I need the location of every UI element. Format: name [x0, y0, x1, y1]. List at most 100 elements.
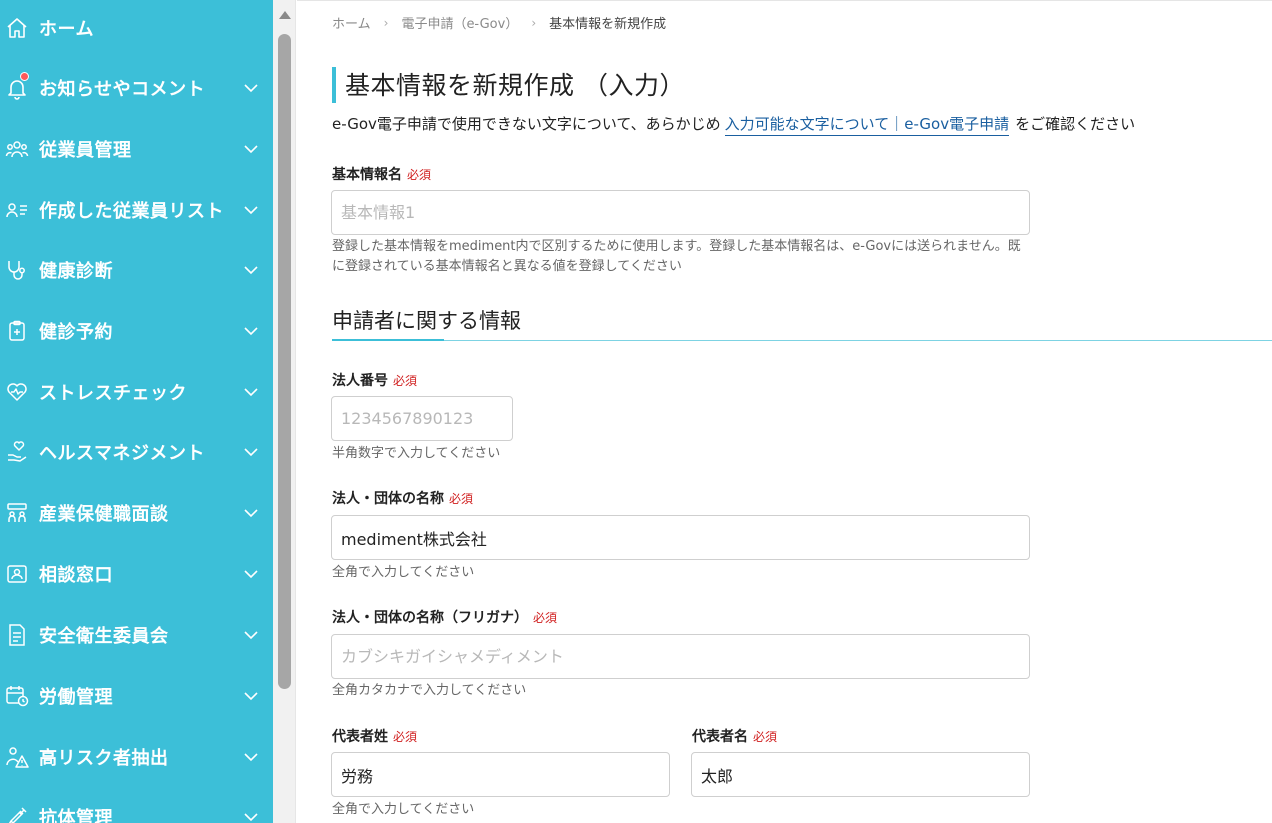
divider [297, 0, 1272, 1]
sidebar-item-high-risk[interactable]: 高リスク者抽出 [0, 737, 273, 777]
corp-name-label: 法人・団体の名称 必須 [332, 488, 473, 508]
sidebar-item-antibody[interactable]: 抗体管理 [0, 797, 273, 823]
sidebar: ホーム お知らせやコメント 従業員管理 作成した従業員リスト 健康診断 健診予約… [0, 0, 273, 823]
notice-suffix: をご確認ください [1015, 115, 1136, 133]
scrollbar-thumb[interactable] [278, 34, 291, 689]
chevron-down-icon [243, 688, 259, 704]
rep-last-name-label: 代表者姓 必須 [332, 726, 417, 746]
sidebar-scrollbar[interactable] [273, 0, 296, 823]
page-title: 基本情報を新規作成 （入力） [345, 71, 685, 100]
label-text: 法人番号 [332, 373, 388, 389]
sidebar-item-checkup-reservation[interactable]: 健診予約 [0, 311, 273, 351]
section-divider-accent [332, 339, 444, 341]
required-badge: 必須 [449, 492, 474, 506]
breadcrumb-home[interactable]: ホーム [332, 13, 371, 32]
sidebar-item-label: 安全衛生委員会 [39, 626, 169, 647]
sidebar-item-label: ホーム [39, 19, 94, 40]
chevron-down-icon [243, 444, 259, 460]
notification-dot [20, 72, 29, 81]
corp-name-kana-help: 全角カタカナで入力してください [332, 683, 527, 698]
scroll-up-arrow-icon[interactable] [279, 11, 291, 19]
breadcrumb-egov[interactable]: 電子申請（e-Gov） [401, 13, 518, 32]
corp-number-help: 半角数字で入力してください [332, 446, 501, 461]
required-badge: 必須 [393, 730, 418, 744]
egov-characters-link[interactable]: 入力可能な文字について｜e-Gov電子申請 [724, 115, 1010, 136]
sidebar-item-home[interactable]: ホーム [0, 8, 273, 48]
sidebar-item-label: 相談窓口 [39, 565, 113, 586]
sidebar-item-consultation[interactable]: 相談窓口 [0, 554, 273, 594]
corp-number-input[interactable] [331, 396, 513, 441]
label-text: 法人・団体の名称（フリガナ） [332, 610, 528, 626]
meeting-icon [5, 501, 29, 525]
stethoscope-icon [5, 258, 29, 282]
basic-name-input[interactable] [331, 190, 1030, 235]
sidebar-item-occupational-interview[interactable]: 産業保健職面談 [0, 493, 273, 533]
sidebar-item-label: ストレスチェック [39, 383, 187, 404]
sidebar-item-label: 労働管理 [39, 687, 113, 708]
clipboard-icon [5, 319, 29, 343]
sidebar-item-employees[interactable]: 従業員管理 [0, 129, 273, 169]
warning-person-icon [5, 745, 29, 769]
sidebar-item-safety-committee[interactable]: 安全衛生委員会 [0, 615, 273, 655]
required-badge: 必須 [533, 611, 558, 625]
corp-number-label: 法人番号 必須 [332, 370, 417, 390]
sidebar-item-labor-management[interactable]: 労働管理 [0, 676, 273, 716]
label-text: 法人・団体の名称 [332, 491, 444, 507]
label-text: 代表者姓 [332, 729, 388, 745]
required-badge: 必須 [753, 730, 778, 744]
section-divider [332, 340, 1272, 341]
home-icon [5, 16, 29, 40]
users-icon [5, 137, 29, 161]
bell-icon [5, 72, 29, 100]
breadcrumb: ホーム › 電子申請（e-Gov） › 基本情報を新規作成 [332, 13, 667, 33]
chevron-down-icon [243, 141, 259, 157]
title-accent-bar [332, 67, 336, 103]
chevron-down-icon [243, 323, 259, 339]
label-text: 代表者名 [692, 729, 748, 745]
chevron-right-icon: › [531, 15, 537, 30]
rep-first-name-label: 代表者名 必須 [692, 726, 777, 746]
corp-name-kana-label: 法人・団体の名称（フリガナ） 必須 [332, 607, 557, 627]
sidebar-item-label: 高リスク者抽出 [39, 748, 169, 769]
chevron-down-icon [243, 202, 259, 218]
sidebar-item-label: 健診予約 [39, 322, 113, 343]
sidebar-item-label: 従業員管理 [39, 140, 132, 161]
basic-name-help: 登録した基本情報をmediment内で区別するために使用します。登録した基本情報… [332, 239, 1021, 274]
sidebar-item-stress-check[interactable]: ストレスチェック [0, 372, 273, 412]
sidebar-item-notifications[interactable]: お知らせやコメント [0, 68, 273, 108]
required-badge: 必須 [393, 374, 418, 388]
section-title-applicant: 申請者に関する情報 [332, 309, 521, 333]
chevron-down-icon [243, 80, 259, 96]
chevron-down-icon [243, 809, 259, 823]
rep-name-help: 全角で入力してください [332, 802, 475, 817]
chevron-down-icon [243, 566, 259, 582]
sidebar-item-health-management[interactable]: ヘルスマネジメント [0, 432, 273, 472]
rep-last-name-input[interactable] [331, 752, 670, 797]
user-list-icon [5, 198, 29, 222]
sidebar-item-label: 作成した従業員リスト [39, 201, 224, 222]
corp-name-input[interactable] [331, 515, 1030, 560]
heart-icon [5, 380, 29, 404]
sidebar-item-health-checkup[interactable]: 健康診断 [0, 250, 273, 290]
calendar-icon [5, 684, 29, 708]
breadcrumb-current: 基本情報を新規作成 [549, 17, 667, 32]
sidebar-item-label: 産業保健職面談 [39, 504, 169, 525]
sidebar-item-label: 健康診断 [39, 261, 113, 282]
corp-name-help: 全角で入力してください [332, 565, 475, 580]
sidebar-item-label: 抗体管理 [39, 808, 113, 823]
rep-first-name-input[interactable] [691, 752, 1030, 797]
main-content: ホーム › 電子申請（e-Gov） › 基本情報を新規作成 基本情報を新規作成 … [297, 0, 1272, 823]
chevron-down-icon [243, 627, 259, 643]
label-text: 基本情報名 [332, 167, 402, 183]
chevron-down-icon [243, 749, 259, 765]
notice-text: e-Gov電子申請で使用できない文字について、あらかじめ 入力可能な文字について｜… [332, 113, 1136, 136]
syringe-icon [5, 805, 29, 823]
chevron-right-icon: › [383, 15, 389, 30]
required-badge: 必須 [407, 168, 432, 182]
corp-name-kana-input[interactable] [331, 634, 1030, 679]
sidebar-item-employee-lists[interactable]: 作成した従業員リスト [0, 190, 273, 230]
id-card-icon [5, 562, 29, 586]
chevron-down-icon [243, 384, 259, 400]
chevron-down-icon [243, 262, 259, 278]
sidebar-item-label: ヘルスマネジメント [39, 443, 205, 464]
